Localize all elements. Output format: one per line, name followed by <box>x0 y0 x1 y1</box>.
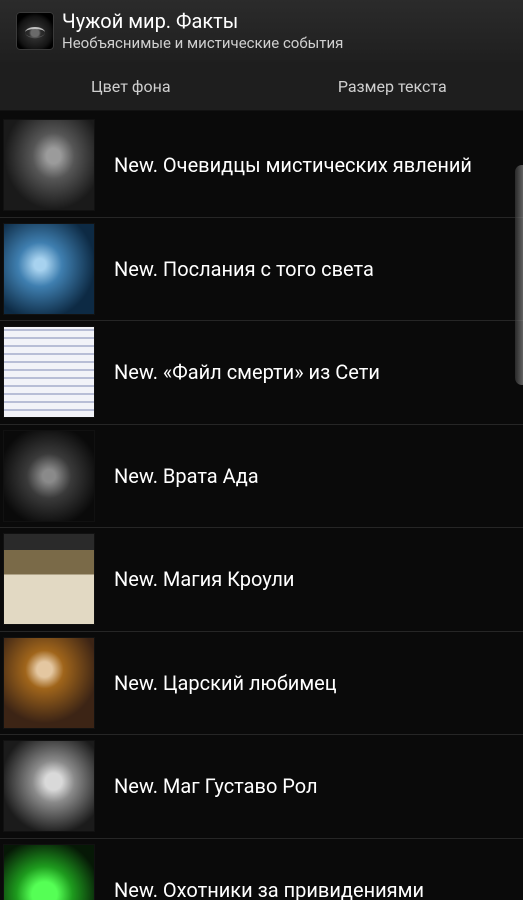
action-bar-titles: Чужой мир. Факты Необъяснимые и мистичес… <box>62 9 343 53</box>
list-item[interactable]: New. Очевидцы мистических явлений <box>0 114 523 218</box>
list-item[interactable]: New. «Файл смерти» из Сети <box>0 321 523 425</box>
article-title: New. Магия Кроули <box>114 567 295 592</box>
article-thumbnail <box>3 222 95 315</box>
app-icon[interactable] <box>16 12 54 50</box>
article-thumbnail <box>3 119 95 212</box>
article-title: New. Охотники за привидениями <box>114 877 425 900</box>
article-thumbnail <box>3 740 95 833</box>
app-root: Чужой мир. Факты Необъяснимые и мистичес… <box>0 0 523 900</box>
article-title: New. Маг Густаво Рол <box>114 774 318 799</box>
list-item[interactable]: New. Охотники за привидениями <box>0 839 523 900</box>
list-item[interactable]: New. Царский любимец <box>0 632 523 735</box>
article-title: New. Очевидцы мистических явлений <box>114 153 472 178</box>
background-color-button[interactable]: Цвет фона <box>0 62 262 110</box>
list-item[interactable]: New. Врата Ада <box>0 425 523 528</box>
article-thumbnail <box>3 843 95 900</box>
article-thumbnail <box>3 429 95 522</box>
list-item[interactable]: New. Магия Кроули <box>0 528 523 632</box>
edge-scroll-handle[interactable] <box>515 165 523 385</box>
toolbar: Цвет фона Размер текста <box>0 62 523 111</box>
list-item[interactable]: New. Послания с того света <box>0 218 523 321</box>
article-title: New. Послания с того света <box>114 256 374 281</box>
app-subtitle: Необъяснимые и мистические события <box>62 34 344 52</box>
article-title: New. Царский любимец <box>114 670 337 695</box>
text-size-button[interactable]: Размер текста <box>262 62 523 110</box>
list-item[interactable]: New. Маг Густаво Рол <box>0 735 523 839</box>
article-title: New. Врата Ада <box>114 463 259 488</box>
action-bar: Чужой мир. Факты Необъяснимые и мистичес… <box>0 0 523 62</box>
article-title: New. «Файл смерти» из Сети <box>114 360 380 385</box>
app-title: Чужой мир. Факты <box>62 9 239 33</box>
article-thumbnail <box>3 636 95 729</box>
article-thumbnail <box>3 326 95 419</box>
article-thumbnail <box>3 533 95 626</box>
articles-list[interactable]: New. Очевидцы мистических явлений New. П… <box>0 114 523 900</box>
